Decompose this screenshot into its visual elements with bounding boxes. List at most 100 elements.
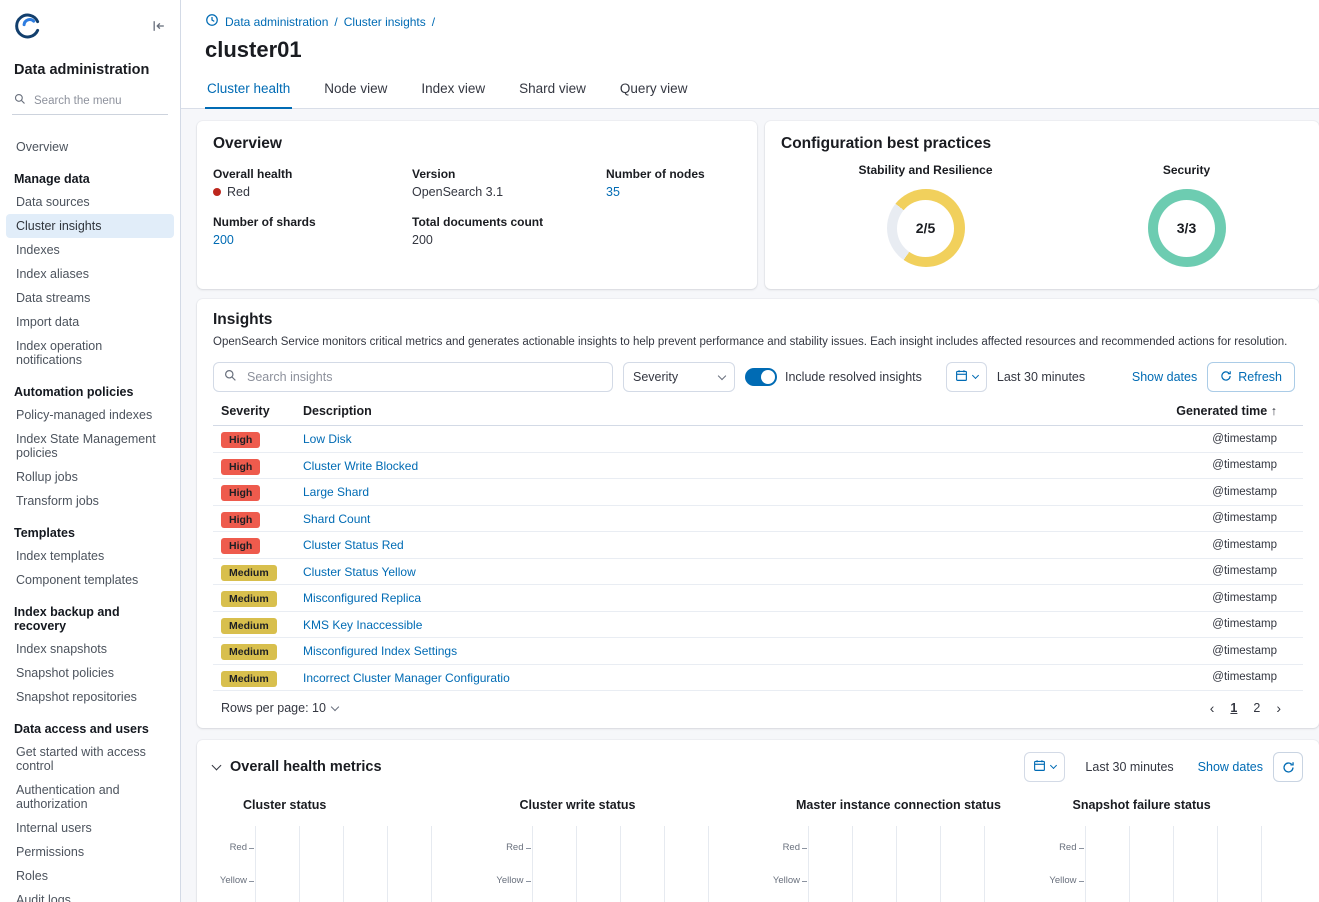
next-page-button[interactable]: › [1276,700,1281,716]
sidebar-item-roles[interactable]: Roles [6,864,174,888]
calendar-icon [955,369,968,385]
health-metrics-title[interactable]: Overall health metrics [230,759,382,775]
sidebar-item-overview[interactable]: Overview [6,135,174,159]
sidebar-item-indexes[interactable]: Indexes [6,238,174,262]
insights-table: Severity Description Generated time ↑ Hi… [213,404,1303,691]
severity-badge: High [221,485,260,501]
insight-link[interactable]: Cluster Status Yellow [303,565,416,579]
refresh-icon-button[interactable] [1273,752,1303,782]
y-axis: Red Yellow Green [1043,826,1085,902]
chart-master-instance-connection-status: Master instance connection status Red Ye… [766,798,1027,902]
chevron-down-icon [331,702,339,710]
severity-filter-select[interactable]: Severity [623,362,735,392]
security-gauge: 3/3 [1148,189,1226,267]
number-of-shards-link[interactable]: 200 [213,233,398,247]
page-2-button[interactable]: 2 [1253,701,1260,715]
sidebar-header-index-backup-recovery: Index backup and recovery [0,592,180,637]
tab-cluster-health[interactable]: Cluster health [205,75,292,109]
sidebar-item-index-snapshots[interactable]: Index snapshots [6,637,174,661]
collapse-section-icon[interactable] [212,761,222,771]
insight-row: High Shard Count @timestamp [213,506,1303,533]
tab-node-view[interactable]: Node view [322,75,389,109]
insight-link[interactable]: Misconfigured Replica [303,591,421,605]
generated-time-column-header[interactable]: Generated time ↑ [1125,404,1295,418]
sidebar-item-audit-logs[interactable]: Audit logs [6,888,174,902]
sidebar: Data administration Overview Manage data… [0,0,181,902]
insight-row: High Low Disk @timestamp [213,426,1303,453]
insight-link[interactable]: Low Disk [303,432,352,446]
generated-time: @timestamp [1125,671,1295,683]
include-resolved-toggle-wrap: Include resolved insights [745,368,922,386]
insight-link[interactable]: Incorrect Cluster Manager Configuratio [303,671,510,685]
sidebar-nav: Overview Manage data Data sources Cluste… [0,125,180,902]
sidebar-item-ism-policies[interactable]: Index State Management policies [6,427,174,465]
sidebar-item-rollup-jobs[interactable]: Rollup jobs [6,465,174,489]
sidebar-header-templates: Templates [0,513,180,544]
breadcrumb-cluster-insights[interactable]: Cluster insights [344,15,426,29]
insight-link[interactable]: Misconfigured Index Settings [303,644,457,658]
sidebar-item-import-data[interactable]: Import data [6,310,174,334]
page-1-button[interactable]: 1 [1230,701,1237,715]
refresh-button[interactable]: Refresh [1207,362,1295,392]
number-of-nodes-link[interactable]: 35 [606,185,741,199]
insight-link[interactable]: Cluster Status Red [303,538,404,552]
insight-link[interactable]: Cluster Write Blocked [303,459,418,473]
severity-badge: Medium [221,671,277,687]
breadcrumb-data-administration[interactable]: Data administration [225,15,328,29]
breadcrumb-separator: / [334,15,337,29]
previous-page-button[interactable]: ‹ [1210,700,1215,716]
sidebar-item-cluster-insights[interactable]: Cluster insights [6,214,174,238]
insights-title: Insights [213,311,1303,329]
quick-select-date-button[interactable] [1024,752,1065,782]
severity-column-header: Severity [221,404,303,418]
insights-search-input[interactable] [245,369,602,385]
sidebar-item-policy-managed-indexes[interactable]: Policy-managed indexes [6,403,174,427]
sidebar-item-permissions[interactable]: Permissions [6,840,174,864]
calendar-icon [1033,759,1046,775]
sidebar-search-input[interactable] [32,94,166,108]
rows-per-page-select[interactable]: Rows per page: 10 [221,701,338,715]
collapse-sidebar-icon[interactable] [150,17,168,35]
tab-query-view[interactable]: Query view [618,75,690,109]
insight-link[interactable]: Shard Count [303,512,370,526]
sidebar-item-index-templates[interactable]: Index templates [6,544,174,568]
insight-link[interactable]: Large Shard [303,485,369,499]
breadcrumb-separator: / [432,15,435,29]
sidebar-item-internal-users[interactable]: Internal users [6,816,174,840]
show-dates-link[interactable]: Show dates [1198,760,1263,774]
sidebar-item-index-operation-notifications[interactable]: Index operation notifications [6,334,174,372]
insight-link[interactable]: KMS Key Inaccessible [303,618,422,632]
quick-select-date-button[interactable] [946,362,987,392]
sidebar-item-snapshot-policies[interactable]: Snapshot policies [6,661,174,685]
table-header-row: Severity Description Generated time ↑ [213,404,1303,426]
sidebar-item-snapshot-repositories[interactable]: Snapshot repositories [6,685,174,709]
sidebar-item-data-sources[interactable]: Data sources [6,190,174,214]
include-resolved-toggle[interactable] [745,368,777,386]
field-overall-health: Overall health Red [213,167,398,199]
time-range-value[interactable]: Last 30 minutes [987,370,1095,384]
insights-search[interactable] [213,362,613,392]
stability-gauge-block: Stability and Resilience 2/5 [858,163,992,267]
generated-time: @timestamp [1125,459,1295,471]
sidebar-search[interactable] [12,90,168,115]
sidebar-item-transform-jobs[interactable]: Transform jobs [6,489,174,513]
sidebar-item-authentication-authorization[interactable]: Authentication and authorization [6,778,174,816]
sidebar-item-component-templates[interactable]: Component templates [6,568,174,592]
best-practices-title: Configuration best practices [781,135,1303,153]
sidebar-item-get-started-access-control[interactable]: Get started with access control [6,740,174,778]
severity-badge: High [221,432,260,448]
time-range-value[interactable]: Last 30 minutes [1075,760,1183,774]
include-resolved-label: Include resolved insights [785,370,922,384]
generated-time: @timestamp [1125,433,1295,445]
sidebar-item-index-aliases[interactable]: Index aliases [6,262,174,286]
show-dates-link[interactable]: Show dates [1132,370,1197,384]
tab-shard-view[interactable]: Shard view [517,75,588,109]
tab-index-view[interactable]: Index view [419,75,487,109]
sidebar-header-manage-data: Manage data [0,159,180,190]
table-footer: Rows per page: 10 ‹ 1 2 › [213,691,1303,722]
insight-row: Medium Misconfigured Replica @timestamp [213,585,1303,612]
field-number-of-nodes: Number of nodes 35 [606,167,741,199]
chevron-down-icon [972,372,979,379]
sidebar-item-data-streams[interactable]: Data streams [6,286,174,310]
recently-viewed-icon[interactable] [205,13,219,30]
